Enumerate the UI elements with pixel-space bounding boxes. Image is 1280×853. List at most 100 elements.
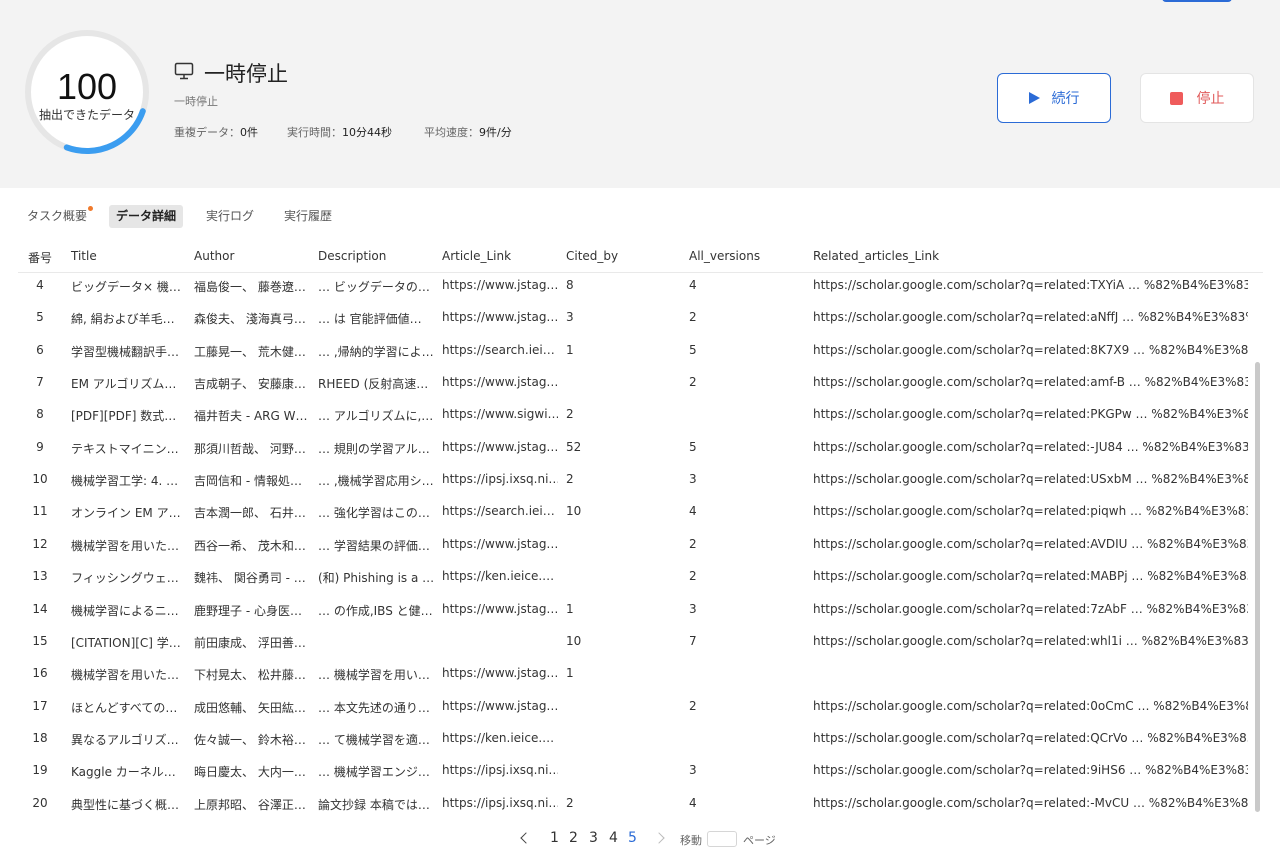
- table-row[interactable]: 19 Kaggle カーネル… 晦日慶太、 大内一… … 機械学習エンジ… https:…: [18, 754, 1263, 786]
- row-article-link[interactable]: https://www.jstag…: [442, 602, 558, 616]
- top-edge-button[interactable]: [1162, 0, 1232, 2]
- table-row[interactable]: 12 機械学習を用いた… 西谷一希、 茂木和… … 学習結果の評価… https://w…: [18, 528, 1263, 560]
- row-all-versions: 2: [689, 698, 697, 713]
- tab-data-details[interactable]: データ詳細: [109, 205, 184, 228]
- column-header-related-articles-link[interactable]: Related_articles_Link: [813, 249, 939, 263]
- column-header-title[interactable]: Title: [71, 249, 97, 263]
- row-related-articles-link[interactable]: https://scholar.google.com/scholar?q=rel…: [813, 310, 1248, 324]
- row-description: 論文抄録 本稿では…: [318, 797, 430, 812]
- table-row[interactable]: 9 テキストマイニン… 那須川哲哉、 河野… … 規則の学習アル… https://ww…: [18, 431, 1263, 463]
- row-related-articles-link[interactable]: https://scholar.google.com/scholar?q=rel…: [813, 440, 1248, 454]
- row-related-articles-link[interactable]: https://scholar.google.com/scholar?q=rel…: [813, 278, 1248, 292]
- row-article-link[interactable]: https://www.jstag…: [442, 310, 558, 324]
- row-related-articles-link[interactable]: https://scholar.google.com/scholar?q=rel…: [813, 375, 1248, 389]
- table-row[interactable]: 14 機械学習によるニ… 鹿野理子 - 心身医… … の作成,IBS と健… https…: [18, 593, 1263, 625]
- row-article-link[interactable]: https://ipsj.ixsq.ni…: [442, 763, 558, 777]
- row-related-articles-link[interactable]: https://scholar.google.com/scholar?q=rel…: [813, 343, 1248, 357]
- tab-task-overview[interactable]: タスク概要: [20, 205, 94, 228]
- row-cited-by: 1: [566, 342, 574, 357]
- row-cited-by: 10: [566, 504, 582, 519]
- row-related-articles-link[interactable]: https://scholar.google.com/scholar?q=rel…: [813, 731, 1248, 745]
- table-row[interactable]: 11 オンライン EM ア… 吉本潤一郎、 石井… … 強化学習はこの… https:/…: [18, 495, 1263, 527]
- row-article-link[interactable]: https://ipsj.ixsq.ni…: [442, 472, 558, 486]
- tab-label: タスク概要: [27, 209, 88, 223]
- row-article-link[interactable]: https://search.iei…: [442, 504, 558, 518]
- row-number: 12: [32, 536, 48, 551]
- tab-execution-history[interactable]: 実行履歴: [277, 205, 339, 228]
- page-link-1[interactable]: 1: [550, 830, 559, 846]
- row-author: 成田悠輔、 矢田紘…: [194, 700, 306, 715]
- row-title: ほとんどすべての…: [71, 700, 178, 715]
- row-cited-by: 1: [566, 601, 574, 616]
- row-number: 9: [36, 439, 44, 454]
- extracted-count: 100: [56, 66, 118, 107]
- column-header-article-link[interactable]: Article_Link: [442, 249, 511, 263]
- row-title: 機械学習によるニ…: [71, 603, 179, 618]
- row-related-articles-link[interactable]: https://scholar.google.com/scholar?q=rel…: [813, 796, 1248, 810]
- row-description: … ,機械学習応用シ…: [318, 474, 434, 489]
- row-article-link[interactable]: https://ken.ieice.…: [442, 569, 558, 583]
- chevron-left-icon[interactable]: [520, 832, 532, 844]
- row-related-articles-link[interactable]: https://scholar.google.com/scholar?q=rel…: [813, 634, 1248, 648]
- vertical-scrollbar[interactable]: [1255, 362, 1260, 812]
- column-header-author[interactable]: Author: [194, 249, 234, 263]
- column-header-cited-by[interactable]: Cited_by: [566, 249, 618, 263]
- row-title: 機械学習を用いた…: [71, 538, 180, 553]
- row-related-articles-link[interactable]: https://scholar.google.com/scholar?q=rel…: [813, 763, 1248, 777]
- column-header-number[interactable]: 番号: [28, 249, 52, 266]
- table-row[interactable]: 6 学習型機械翻訳手… 工藤晃一、 荒木健… … ,帰納的学習によ… https://s…: [18, 334, 1263, 366]
- row-related-articles-link[interactable]: https://scholar.google.com/scholar?q=rel…: [813, 472, 1248, 486]
- table-row[interactable]: 7 EM アルゴリズム… 吉成朝子、 安藤康… RHEED (反射高速… https:/…: [18, 366, 1263, 398]
- row-related-articles-link[interactable]: https://scholar.google.com/scholar?q=rel…: [813, 537, 1248, 551]
- row-title: ビッグデータ× 機…: [71, 280, 181, 294]
- row-article-link[interactable]: https://www.jstag…: [442, 440, 558, 454]
- row-article-link[interactable]: https://www.jstag…: [442, 699, 558, 713]
- row-description: … 学習結果の評価…: [318, 538, 430, 553]
- tab-label: 実行ログ: [206, 209, 255, 223]
- row-all-versions: 3: [689, 472, 697, 487]
- page-link-5-current[interactable]: 5: [628, 830, 637, 846]
- row-related-articles-link[interactable]: https://scholar.google.com/scholar?q=rel…: [813, 699, 1248, 713]
- row-article-link[interactable]: https://search.iei…: [442, 343, 558, 357]
- row-article-link[interactable]: https://ipsj.ixsq.ni…: [442, 796, 558, 810]
- row-article-link[interactable]: https://www.jstag…: [442, 666, 558, 680]
- table-row[interactable]: 18 異なるアルゴリズ… 佐々誠一、 鈴木裕… … て機械学習を適… https://k…: [18, 722, 1263, 754]
- row-author: 佐々誠一、 鈴木裕…: [194, 732, 306, 747]
- row-related-articles-link[interactable]: https://scholar.google.com/scholar?q=rel…: [813, 407, 1248, 421]
- row-related-articles-link[interactable]: https://scholar.google.com/scholar?q=rel…: [813, 504, 1248, 518]
- row-author: 工藤晃一、 荒木健…: [194, 344, 306, 359]
- table-row[interactable]: 13 フィッシングウェ… 魏祎、 関谷勇司 - … (和) Phishing is a…: [18, 560, 1263, 592]
- stop-button[interactable]: 停止: [1140, 73, 1254, 123]
- table-row[interactable]: 16 機械学習を用いた… 下村晃太、 松井藤… … 機械学習を用い… https://w…: [18, 657, 1263, 689]
- row-article-link[interactable]: https://www.jstag…: [442, 375, 558, 389]
- table-row[interactable]: 17 ほとんどすべての… 成田悠輔、 矢田紘… … 本文先述の通り… https://w…: [18, 690, 1263, 722]
- row-related-articles-link[interactable]: https://scholar.google.com/scholar?q=rel…: [813, 569, 1248, 583]
- row-article-link[interactable]: https://www.jstag…: [442, 278, 558, 292]
- goto-page-input[interactable]: [707, 831, 737, 847]
- table-row[interactable]: 4 ビッグデータ× 機… 福島俊一、 藤巻遼… … ビッグデータの… https://w…: [18, 269, 1263, 301]
- row-title: 典型性に基づく概…: [71, 797, 180, 812]
- row-number: 13: [32, 569, 48, 584]
- page-link-3[interactable]: 3: [589, 830, 598, 846]
- table-row[interactable]: 15 [CITATION][C] 学… 前田康成、 浮田善… 10 7 https://s…: [18, 625, 1263, 657]
- goto-label: 移動: [680, 834, 702, 847]
- row-article-link[interactable]: https://www.jstag…: [442, 537, 558, 551]
- table-row[interactable]: 10 機械学習工学: 4. … 吉岡信和 - 情報処… … ,機械学習応用シ… http…: [18, 463, 1263, 495]
- table-row[interactable]: 20 典型性に基づく概… 上原邦昭、 谷澤正… 論文抄録 本稿では… https://i…: [18, 787, 1263, 819]
- tab-execution-log[interactable]: 実行ログ: [199, 205, 261, 228]
- row-author: 那須川哲哉、 河野…: [194, 441, 306, 456]
- page-link-4[interactable]: 4: [609, 830, 618, 846]
- table-row[interactable]: 5 綿, 絹および羊毛… 森俊夫、 淺海真弓… … は 官能評価値… https://w…: [18, 301, 1263, 333]
- column-header-all-versions[interactable]: All_versions: [689, 249, 760, 263]
- row-article-link[interactable]: https://ken.ieice.…: [442, 731, 558, 745]
- column-header-description[interactable]: Description: [318, 249, 386, 263]
- row-related-articles-link[interactable]: https://scholar.google.com/scholar?q=rel…: [813, 602, 1248, 616]
- chevron-right-icon[interactable]: [653, 832, 665, 844]
- page-link-2[interactable]: 2: [569, 830, 578, 846]
- page-suffix-label: ページ: [743, 834, 776, 847]
- table-row[interactable]: 8 [PDF][PDF] 数式… 福井哲夫 - ARG W… … アルゴリズムに,… h…: [18, 398, 1263, 430]
- row-article-link[interactable]: https://www.sigwi…: [442, 407, 558, 421]
- row-cited-by: 52: [566, 439, 582, 454]
- row-author: 森俊夫、 淺海真弓…: [194, 312, 306, 327]
- continue-button[interactable]: 続行: [997, 73, 1111, 123]
